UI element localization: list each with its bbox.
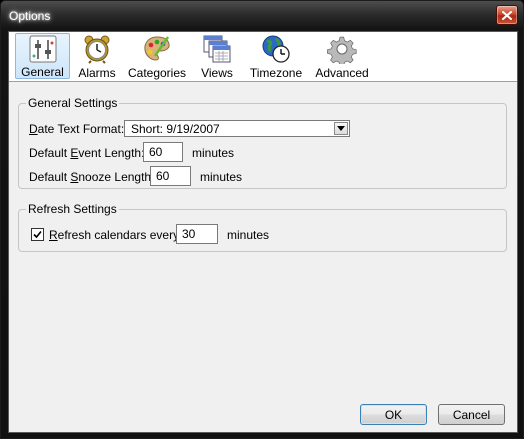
date-format-dropdown[interactable]: Short: 9/19/2007 (124, 120, 350, 137)
date-format-value: Short: 9/19/2007 (131, 122, 220, 136)
settings-sliders-icon (27, 35, 59, 63)
options-window: Options General Alarms Categories Views … (0, 0, 524, 439)
dropdown-arrow-button[interactable] (334, 122, 348, 135)
tab-general-label: General (21, 65, 64, 79)
event-length-unit: minutes (192, 146, 235, 160)
tab-views-label: Views (201, 66, 233, 80)
globe-clock-icon (260, 34, 292, 64)
cancel-button[interactable]: Cancel (438, 404, 505, 425)
tab-advanced-label: Advanced (315, 66, 369, 80)
refresh-checkbox[interactable] (31, 228, 44, 241)
paint-palette-icon (141, 34, 173, 64)
window-title: Options (9, 9, 51, 23)
snooze-length-unit: minutes (200, 170, 243, 184)
event-length-label: Default Event Length: (29, 146, 145, 160)
ok-button[interactable]: OK (360, 404, 427, 425)
tab-categories-label: Categories (127, 66, 187, 80)
category-toolbar: General Alarms Categories Views Timezone… (9, 32, 517, 82)
general-settings-title: General Settings (26, 96, 120, 110)
chevron-down-icon (337, 125, 345, 131)
gear-icon (326, 34, 358, 64)
checkmark-icon (33, 230, 42, 239)
tab-timezone[interactable]: Timezone (249, 33, 303, 80)
date-format-label: Date Text Format: (29, 122, 125, 136)
refresh-interval-input[interactable]: 30 (176, 224, 218, 244)
alarm-clock-icon (81, 34, 113, 64)
event-length-input[interactable]: 60 (143, 142, 183, 162)
tab-alarms-label: Alarms (78, 66, 116, 80)
tab-general[interactable]: General (15, 33, 70, 79)
refresh-settings-title: Refresh Settings (26, 202, 119, 216)
calendar-views-icon (201, 34, 233, 64)
tab-alarms[interactable]: Alarms (75, 33, 119, 80)
refresh-settings-group: Refresh Settings Refresh calendars every… (18, 202, 507, 252)
refresh-label[interactable]: Refresh calendars every (49, 228, 179, 242)
refresh-interval-unit: minutes (227, 228, 270, 242)
tab-categories[interactable]: Categories (127, 33, 187, 80)
tab-timezone-label: Timezone (249, 66, 303, 80)
tab-views[interactable]: Views (195, 33, 239, 80)
snooze-length-input[interactable]: 60 (150, 166, 191, 186)
close-x-icon (502, 10, 512, 20)
tab-advanced[interactable]: Advanced (313, 33, 371, 80)
dialog-body: General Alarms Categories Views Timezone… (8, 31, 518, 433)
general-settings-group: General Settings Date Text Format: Short… (18, 96, 507, 189)
snooze-length-label: Default Snooze Length: (29, 170, 155, 184)
title-bar[interactable]: Options (1, 1, 523, 31)
close-button[interactable] (496, 5, 518, 25)
